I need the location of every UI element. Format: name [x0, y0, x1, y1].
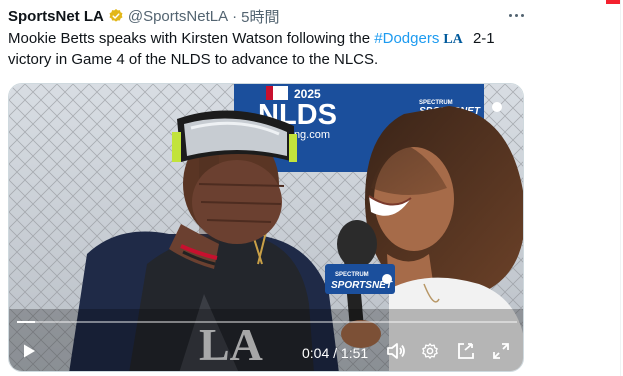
video-controls: 0:04 / 1:51: [9, 331, 523, 371]
more-dots-icon[interactable]: [506, 8, 526, 22]
current-time: 0:04: [302, 345, 330, 361]
tweet-header: SportsNet LA @SportsNetLA · 5時間: [8, 6, 279, 26]
duration: 1:51: [340, 345, 369, 361]
tweet-text-part1: Mookie Betts speaks with Kirsten Watson …: [8, 30, 375, 47]
author-handle[interactable]: @SportsNetLA: [128, 8, 228, 25]
mic-flag-line1: SPECTRUM: [335, 272, 369, 278]
separator: ·: [232, 7, 238, 25]
broadcaster-logo-mark: [492, 102, 502, 112]
video-frame: 2025 NLDS king.com SPECTRUM SPORTSNET LA: [9, 84, 523, 371]
timeline-divider: [620, 0, 621, 376]
play-icon[interactable]: [21, 343, 37, 359]
video-player[interactable]: 2025 NLDS king.com SPECTRUM SPORTSNET LA: [8, 83, 524, 372]
author-name[interactable]: SportsNet LA: [8, 8, 104, 25]
dodgers-emoji: LA: [443, 32, 463, 47]
progress-fill: [17, 321, 35, 323]
progress-bar[interactable]: [17, 321, 517, 323]
tweet-text: Mookie Betts speaks with Kirsten Watson …: [8, 29, 528, 70]
gear-icon[interactable]: [421, 342, 439, 360]
fullscreen-icon[interactable]: [492, 342, 510, 360]
hashtag-link[interactable]: #Dodgers: [374, 30, 439, 47]
time-readout: 0:04 / 1:51: [302, 345, 368, 361]
volume-icon[interactable]: [386, 342, 406, 360]
verified-badge-icon: [109, 9, 123, 22]
post-time[interactable]: 5時間: [241, 6, 279, 27]
window-accent: [606, 0, 620, 4]
picture-in-picture-icon[interactable]: [457, 342, 475, 360]
time-separator: /: [333, 345, 338, 361]
